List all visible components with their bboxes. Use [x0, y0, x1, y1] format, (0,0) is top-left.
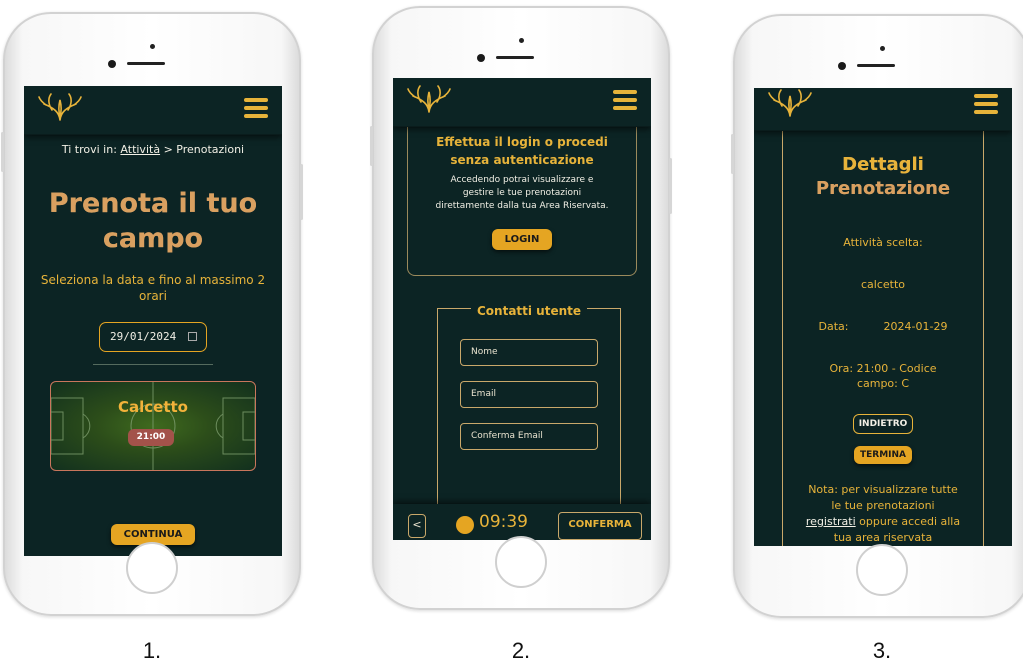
phone-camera: [838, 62, 846, 70]
page-title-line1: Prenota il tuo: [48, 188, 258, 219]
time-court: Ora: 21:00 - Codice campo: C: [783, 361, 983, 391]
time-line2: campo: C: [856, 377, 910, 390]
phone-sensor: [519, 38, 524, 43]
name-input[interactable]: Nome: [460, 339, 598, 366]
divider: [93, 364, 213, 365]
details-title: Dettagli Prenotazione: [783, 131, 983, 201]
time-line1: Ora: 21:00 - Codice: [829, 362, 937, 375]
contacts-legend: Contatti utente: [470, 304, 588, 318]
activity-value: calcetto: [860, 278, 906, 291]
activity-label: Attività scelta:: [843, 236, 923, 249]
registration-note: Nota: per visualizzare tutte le tue pren…: [783, 482, 983, 546]
login-title-line2: senza autenticazione: [450, 153, 594, 167]
breadcrumb-current: Prenotazioni: [176, 143, 245, 156]
confirm-email-input[interactable]: Conferma Email: [460, 423, 598, 450]
breadcrumb-link-activities[interactable]: Attività: [120, 143, 160, 156]
login-text-line2: gestire le tue prenotazioni: [462, 188, 582, 198]
back-button[interactable]: <: [408, 514, 426, 538]
hamburger-menu-icon[interactable]: [613, 90, 637, 114]
clock-icon: [456, 516, 474, 534]
booking-details-panel: Dettagli Prenotazione Attività scelta: c…: [782, 131, 984, 546]
date-value: 2024-01-29: [883, 320, 948, 333]
hamburger-menu-icon[interactable]: [244, 98, 268, 122]
screen-login: Effettua il login o procedi senza autent…: [393, 78, 651, 540]
phone-speaker: [857, 64, 895, 67]
date-value: 29/01/2024: [110, 330, 177, 343]
page-title-line2: campo: [102, 223, 204, 254]
antler-logo-icon[interactable]: [407, 84, 451, 114]
back-button[interactable]: INDIETRO: [852, 414, 914, 434]
date-picker-input[interactable]: 29/01/2024: [99, 322, 207, 352]
phone-frame-2: Effettua il login o procedi senza autent…: [370, 6, 672, 610]
breadcrumb-separator: >: [163, 143, 173, 156]
caption-2: 2.: [511, 638, 531, 663]
phone-sensor: [150, 44, 155, 49]
field-card-calcetto[interactable]: Calcetto 21:00: [50, 381, 256, 471]
details-title-line2: Prenotazione: [815, 178, 951, 199]
antler-logo-icon[interactable]: [38, 92, 82, 122]
confirm-button[interactable]: CONFERMA: [558, 512, 642, 540]
phone-sensor: [880, 46, 885, 51]
phone-frame-1: Ti trovi in: Attività > Prenotazioni Pre…: [1, 12, 303, 616]
email-input[interactable]: Email: [460, 381, 598, 408]
login-button[interactable]: LOGIN: [491, 229, 553, 250]
login-text-line3: direttamente dalla tua Area Riservata.: [435, 201, 609, 211]
phone-speaker: [496, 56, 534, 59]
time-slot-button[interactable]: 21:00: [128, 429, 174, 446]
navbar: [754, 88, 1012, 131]
caption-3: 3.: [872, 638, 892, 663]
screen-booking: Ti trovi in: Attività > Prenotazioni Pre…: [24, 86, 282, 556]
phone-camera: [477, 54, 485, 62]
date-label: Data:: [818, 320, 849, 333]
login-text-line1: Accedendo potrai visualizzare e: [450, 175, 594, 185]
countdown-timer: 09:39: [479, 512, 528, 532]
soccer-field-lines-icon: [51, 382, 255, 470]
phone-frame-3: Dettagli Prenotazione Attività scelta: c…: [731, 14, 1023, 618]
login-title-line1: Effettua il login o procedi: [436, 135, 608, 149]
date-row: Data: 2024-01-29: [783, 319, 983, 334]
home-button[interactable]: [495, 536, 547, 588]
register-link[interactable]: registrati: [806, 515, 856, 528]
booking-instructions: Seleziona la data e fino al massimo 2 or…: [40, 273, 266, 303]
note-line2: le tue prenotazioni: [831, 499, 935, 512]
login-description: Accedendo potrai visualizzare e gestire …: [408, 174, 636, 213]
antler-logo-icon[interactable]: [768, 88, 812, 118]
hamburger-menu-icon[interactable]: [974, 94, 998, 118]
navbar: [393, 78, 651, 127]
bottom-action-bar: < 09:39 CONFERMA: [393, 504, 651, 540]
phone-speaker: [127, 62, 165, 65]
details-title-line1: Dettagli: [842, 154, 924, 175]
field-name: Calcetto: [118, 398, 188, 416]
phone-camera: [108, 60, 116, 68]
finish-button[interactable]: TERMINA: [853, 446, 913, 464]
screen-details: Dettagli Prenotazione Attività scelta: c…: [754, 88, 1012, 546]
navbar: [24, 86, 282, 135]
login-panel: Effettua il login o procedi senza autent…: [407, 127, 637, 276]
breadcrumb-prefix: Ti trovi in:: [61, 143, 117, 156]
breadcrumb: Ti trovi in: Attività > Prenotazioni: [24, 143, 282, 156]
calendar-icon[interactable]: [188, 332, 197, 341]
caption-1: 1.: [142, 638, 162, 663]
home-button[interactable]: [126, 542, 178, 594]
login-title: Effettua il login o procedi senza autent…: [408, 127, 636, 169]
note-line1: Nota: per visualizzare tutte: [808, 483, 958, 496]
home-button[interactable]: [856, 544, 908, 596]
page-title: Prenota il tuo campo: [24, 186, 282, 256]
note-line3: oppure accedi alla: [859, 515, 961, 528]
